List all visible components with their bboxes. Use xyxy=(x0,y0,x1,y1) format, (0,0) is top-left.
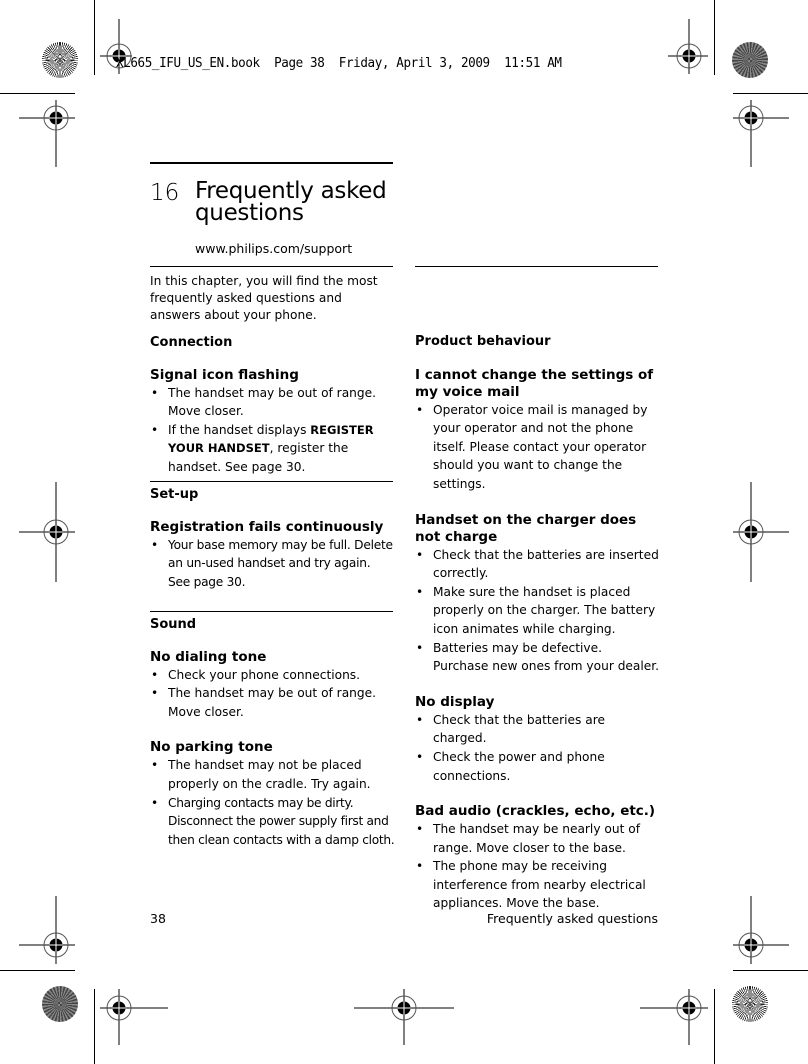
support-url: www.philips.com/support xyxy=(195,241,353,256)
registration-mark-bottom-right xyxy=(640,989,708,1045)
answer-list: Operator voice mail is managed by your o… xyxy=(415,401,660,494)
divider xyxy=(150,266,393,267)
answer-item: Check the power and phone connections. xyxy=(415,748,660,785)
chapter-title-line: Frequently asked xyxy=(195,178,387,204)
answer-list: Check your phone connections. The handse… xyxy=(150,666,395,722)
registration-mark-top-right xyxy=(668,19,708,74)
answer-item: Batteries may be defective. Purchase new… xyxy=(415,639,660,676)
registration-marks xyxy=(19,19,789,1045)
answer-item: Check that the batteries are inserted co… xyxy=(415,546,660,583)
divider xyxy=(150,481,393,482)
page-number: 38 xyxy=(150,911,166,926)
star-target-icon xyxy=(732,42,768,78)
chapter-intro: In this chapter, you will find the most … xyxy=(150,274,378,322)
divider xyxy=(150,611,393,612)
left-column-sound: Sound No dialing tone Check your phone c… xyxy=(150,616,395,849)
star-target-icon xyxy=(732,986,768,1022)
answer-list: The handset may be out of range. Move cl… xyxy=(150,384,395,477)
section-heading-product-behaviour: Product behaviour xyxy=(415,334,551,349)
answer-list: Your base memory may be full. Delete an … xyxy=(150,536,395,592)
answer-item: The handset may be out of range. Move cl… xyxy=(150,384,395,421)
question-title: Signal icon flashing xyxy=(150,366,299,383)
registration-mark-bottom-left xyxy=(100,989,168,1045)
question-title: No dialing tone xyxy=(150,648,267,665)
question-title: Registration fails continuously xyxy=(150,518,384,535)
question-title: Handset on the charger does not charge xyxy=(415,511,637,545)
answer-text: If the handset displays xyxy=(168,422,311,437)
chapter-number: 16 xyxy=(150,180,180,206)
section-heading-setup: Set-up xyxy=(150,487,199,502)
left-column: Connection Signal icon flashing The hand… xyxy=(150,334,395,477)
right-column: Product behaviour I cannot change the se… xyxy=(415,333,660,913)
registration-mark-right-upper xyxy=(733,100,789,167)
question-title: No display xyxy=(415,693,495,710)
question-title: I cannot change the settings of my voice… xyxy=(415,366,654,400)
star-target-icon xyxy=(42,42,78,78)
section-heading-sound: Sound xyxy=(150,617,197,632)
answer-item: Operator voice mail is managed by your o… xyxy=(415,401,660,494)
registration-mark-left-lower xyxy=(19,896,75,964)
registration-mark-left-middle xyxy=(19,482,75,582)
section-heading-connection: Connection xyxy=(150,335,233,350)
answer-item: The handset may be out of range. Move cl… xyxy=(150,684,395,721)
answer-item: Make sure the handset is placed properly… xyxy=(415,583,660,639)
chapter-top-rule xyxy=(150,162,393,164)
registration-mark-bottom-center xyxy=(354,989,454,1045)
answer-item: The phone may be receiving interference … xyxy=(415,857,660,913)
print-slug: XL665_IFU_US_EN.book Page 38 Friday, Apr… xyxy=(116,55,562,71)
answer-item: Your base memory may be full. Delete an … xyxy=(150,536,395,592)
answer-item: Check your phone connections. xyxy=(150,666,395,685)
answer-item: The handset may be nearly out of range. … xyxy=(415,820,660,857)
answer-list: Check that the batteries are inserted co… xyxy=(415,546,660,676)
answer-item: The handset may not be placed properly o… xyxy=(150,756,395,793)
answer-item: If the handset displays REGISTER YOUR HA… xyxy=(150,421,395,477)
registration-mark-right-lower xyxy=(733,896,789,964)
answer-list: Check that the batteries are charged. Ch… xyxy=(415,711,660,785)
question-title: No parking tone xyxy=(150,739,273,756)
running-footer-title: Frequently asked questions xyxy=(486,911,658,926)
answer-item: Check that the batteries are charged. xyxy=(415,711,660,748)
answer-list: The handset may not be placed properly o… xyxy=(150,756,395,849)
question-title: Bad audio (crackles, echo, etc.) xyxy=(415,803,656,820)
left-column-setup: Set-up Registration fails continuously Y… xyxy=(150,486,395,591)
answer-list: The handset may be nearly out of range. … xyxy=(415,820,660,913)
star-target-icon xyxy=(42,986,78,1022)
chapter-title: Frequently asked questions xyxy=(195,178,387,226)
registration-mark-right-middle xyxy=(733,482,789,582)
answer-item: Charging contacts may be dirty. Disconne… xyxy=(150,794,395,850)
registration-mark-left-upper xyxy=(19,100,75,167)
chapter-title-line: questions xyxy=(195,200,304,226)
divider xyxy=(415,266,658,267)
